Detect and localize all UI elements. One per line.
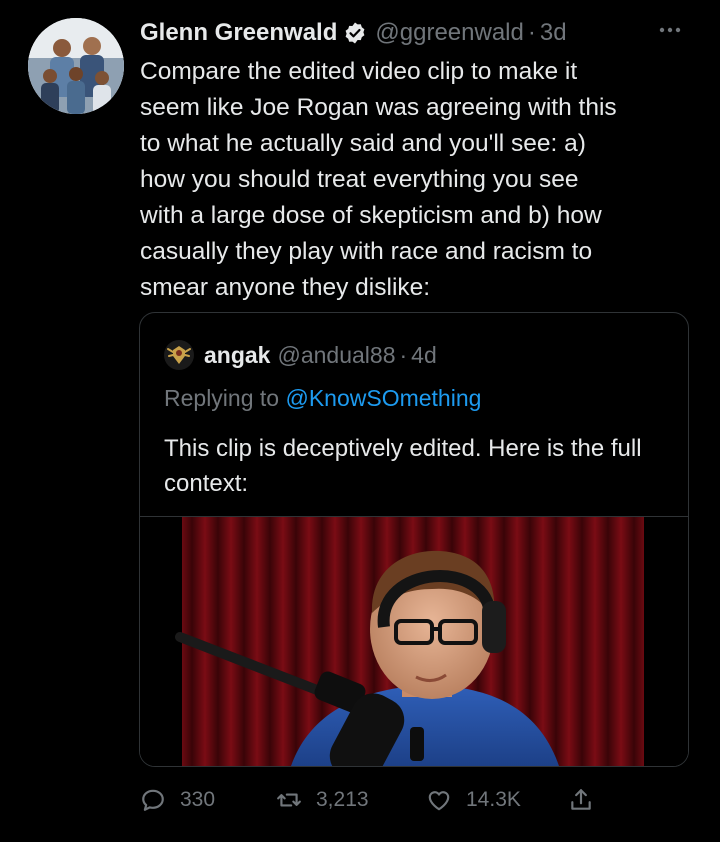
quoted-tweet-text: This clip is deceptively edited. Here is… [164, 435, 642, 497]
quoted-tweet-card[interactable]: angak @andual88 · 4d Replying to @KnowSO… [139, 312, 689, 767]
quoted-tweet-timestamp: 4d [411, 341, 437, 368]
reply-button[interactable]: 330 [140, 782, 215, 818]
retweet-count: 3,213 [316, 788, 369, 811]
heart-icon [428, 791, 450, 811]
more-dots-icon[interactable] [652, 20, 688, 44]
verified-badge-icon [343, 21, 367, 45]
replying-to-line: Replying to @KnowSOmething [164, 385, 481, 412]
quoted-header-separator: · [399, 341, 408, 368]
reply-icon [142, 789, 164, 811]
retweet-button[interactable]: 3,213 [276, 782, 369, 818]
tweet-action-bar: 330 3,213 14.3K [140, 782, 700, 818]
tweet-header: Glenn Greenwald @ggreenwald · 3d [140, 16, 700, 50]
like-count: 14.3K [466, 788, 521, 811]
tweet-timestamp[interactable]: 3d [540, 19, 567, 47]
share-icon [571, 789, 591, 810]
quoted-tweet-header: angak @andual88 · 4d [164, 339, 437, 371]
author-handle[interactable]: @ggreenwald [375, 19, 523, 47]
video-frame-image [140, 517, 688, 766]
replying-to-mention[interactable]: @KnowSOmething [285, 385, 481, 411]
replying-to-label: Replying to [164, 385, 280, 411]
quoted-author-avatar [164, 340, 194, 370]
author-avatar[interactable] [28, 18, 124, 114]
tweet-text: Compare the edited video clip to make it… [140, 58, 617, 301]
reply-count: 330 [180, 788, 216, 811]
share-button[interactable] [568, 782, 608, 818]
like-button[interactable]: 14.3K [426, 782, 521, 818]
quoted-author-name: angak [204, 341, 271, 368]
retweet-icon [277, 793, 301, 807]
quoted-video-thumbnail[interactable] [140, 516, 688, 766]
author-avatar-photo [28, 18, 124, 114]
author-name[interactable]: Glenn Greenwald [140, 19, 337, 47]
quoted-author-handle: @andual88 [277, 341, 396, 368]
header-separator: · [527, 19, 536, 46]
